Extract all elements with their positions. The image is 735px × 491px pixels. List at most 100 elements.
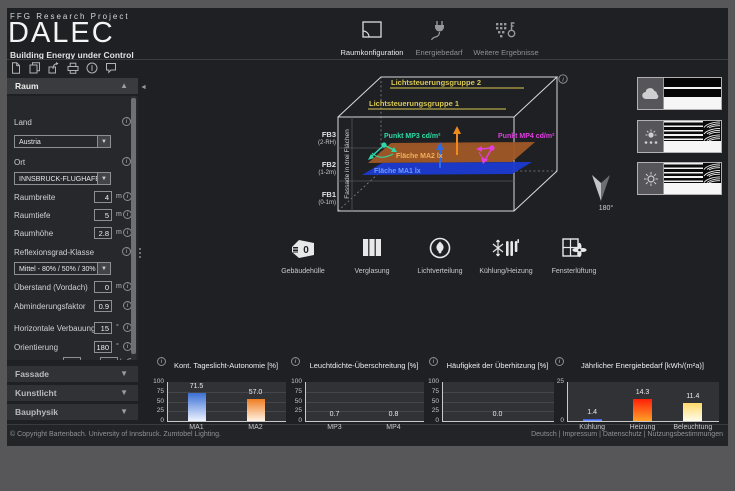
bar-value-label: 0.0 — [483, 411, 513, 418]
copyright-text: © Copyright Bartenbach. University of In… — [10, 431, 221, 438]
export-icon[interactable] — [48, 62, 60, 74]
desktop: { "ui": { "info_glyph": "i", "chevron_up… — [0, 0, 735, 491]
sky-state-low-sun[interactable] — [637, 120, 722, 153]
gridline — [443, 411, 554, 412]
room-3d-diagram: Lichtsteuerungsgruppe 2 Lichtsteuerungsg… — [293, 65, 580, 230]
raumhoehe-input[interactable]: 2.8 — [94, 227, 112, 239]
field-row-belegungszeit: Belegungszeit 8 — 18 h i — [14, 357, 138, 360]
plane-ma2 — [368, 142, 535, 163]
field-label: Raumhöhe — [14, 229, 53, 238]
field-unit: m — [116, 283, 122, 290]
scene-button-kuehlung-heizung[interactable]: Kühlung/Heizung — [477, 236, 535, 275]
orientation-compass[interactable]: 180° — [590, 173, 622, 212]
field-unit: ° — [116, 324, 119, 331]
bar-value-label: 0.8 — [379, 411, 409, 418]
chevron-down-icon[interactable]: ▼ — [97, 173, 110, 184]
belegungszeit-from-input[interactable]: 8 — [63, 357, 81, 360]
scene-button-lichtverteilung[interactable]: Lichtverteilung — [411, 236, 469, 275]
bar-value-label: 1.4 — [577, 409, 607, 416]
scene-button-gebaeudehuelle[interactable]: 0 Gebäudehülle — [274, 236, 332, 275]
footer-link-deutsch[interactable]: Deutsch — [531, 431, 557, 438]
scene-button-verglasung[interactable]: Verglasung — [343, 236, 401, 275]
reflexionsgrad-select[interactable]: Mittel - 80% / 50% / 30% ▼ — [14, 262, 111, 275]
print-icon[interactable] — [67, 62, 79, 74]
field-row-raumbreite: Raumbreite 4 m i — [14, 191, 138, 205]
gridline — [306, 411, 424, 412]
chart-title: Kont. Tageslicht-Autonomie [%] — [142, 361, 310, 370]
chart-info-icon[interactable]: i — [555, 357, 564, 366]
room-plan-icon — [360, 20, 384, 40]
duplicate-icon[interactable] — [29, 62, 41, 74]
mp3-label: Punkt MP3 cd/m² — [384, 133, 441, 140]
nav-weitere-ergebnisse[interactable]: Weitere Ergebnisse — [464, 20, 548, 57]
fb2-label: FB2 — [322, 160, 336, 169]
group2-label: Lichtsteuerungsgruppe 2 — [391, 78, 481, 87]
land-select[interactable]: Austria ▼ — [14, 135, 111, 148]
footer-link-impressum[interactable]: Impressum — [563, 431, 598, 438]
sky-state-overcast[interactable] — [637, 77, 722, 110]
field-row-raumtiefe: Raumtiefe 5 m i — [14, 209, 138, 223]
chart-title: Leuchtdichte-Überschreitung [%] — [280, 361, 448, 370]
footer-link-datenschutz[interactable]: Datenschutz — [603, 431, 642, 438]
field-label: Überstand (Vordach) — [14, 283, 88, 292]
svg-text:0: 0 — [303, 245, 309, 256]
bar-value-label: 71.5 — [182, 383, 212, 390]
ort-select[interactable]: INNSBRUCK-FLUGHAFEN ▼ — [14, 172, 111, 185]
info-icon[interactable]: i — [122, 157, 131, 166]
scene-button-fensterlueftung[interactable]: Fensterlüftung — [545, 236, 603, 275]
about-icon[interactable] — [86, 62, 98, 74]
info-icon[interactable]: i — [122, 117, 131, 126]
scene-label: Fensterlüftung — [545, 268, 603, 275]
nav-label: Weitere Ergebnisse — [464, 48, 548, 57]
chart-bar — [633, 399, 652, 421]
scene-label: Verglasung — [343, 268, 401, 275]
sidebar-scrollbar[interactable] — [131, 96, 136, 360]
chart-info-icon[interactable]: i — [157, 357, 166, 366]
glazing-icon — [358, 236, 386, 260]
chart-bar — [583, 419, 602, 421]
chart-info-icon[interactable]: i — [429, 357, 438, 366]
section-header-fassade[interactable]: Fassade ▼ — [7, 366, 138, 382]
sidebar-collapse-icon[interactable]: ◄ — [140, 84, 147, 91]
footer-link-nutzungsbestimmungen[interactable]: Nutzungsbestimmungen — [648, 431, 724, 438]
y-axis-tick-label: 25 — [282, 407, 302, 414]
section-header-raum[interactable]: Raum ▲ — [7, 78, 138, 94]
gridline — [168, 402, 286, 403]
chevron-down-icon: ▼ — [120, 366, 128, 382]
plug-icon — [427, 20, 451, 40]
chevron-down-icon[interactable]: ▼ — [97, 263, 110, 274]
splitter-handle[interactable] — [139, 246, 142, 260]
section-title: Raum — [15, 81, 39, 91]
ma1-label: Fläche MA1 lx — [374, 168, 421, 175]
y-axis-tick-label: 50 — [282, 398, 302, 405]
chevron-down-icon[interactable]: ▼ — [97, 136, 110, 147]
sky-state-clear-sun[interactable] — [637, 162, 722, 195]
y-axis-tick-label: 25 — [144, 407, 164, 414]
y-axis-tick-label: 0 — [544, 417, 564, 424]
abminderungsfaktor-input[interactable]: 0.9 — [94, 300, 112, 312]
horizontale-verbauung-input[interactable]: 15 — [94, 322, 112, 334]
raum-panel: Land i Austria ▼ Ort i INNSBRUCK-FLUGHAF… — [7, 96, 138, 360]
overcast-cloud-icon — [638, 78, 664, 109]
y-axis-tick-label: 0 — [419, 417, 439, 424]
scrollbar-thumb[interactable] — [131, 98, 136, 354]
field-label: Orientierung — [14, 343, 58, 352]
diagram-info-icon[interactable]: i — [559, 75, 567, 84]
section-header-kunstlicht[interactable]: Kunstlicht ▼ — [7, 385, 138, 401]
low-sun-icon — [638, 121, 664, 152]
raumbreite-input[interactable]: 4 — [94, 191, 112, 203]
section-header-bauphysik[interactable]: Bauphysik ▼ — [7, 404, 138, 420]
raumtiefe-input[interactable]: 5 — [94, 209, 112, 221]
footer-links: Deutsch | Impressum | Datenschutz | Nutz… — [531, 431, 723, 438]
info-icon[interactable]: i — [122, 247, 131, 256]
new-file-icon[interactable] — [10, 62, 22, 74]
feedback-icon[interactable] — [105, 62, 117, 74]
belegungszeit-to-input[interactable]: 18 — [100, 357, 118, 360]
chart-bar — [188, 393, 206, 421]
toolbar — [10, 62, 117, 75]
field-row-abminderungsfaktor: Abminderungsfaktor 0.9 i — [14, 300, 138, 314]
orientierung-input[interactable]: 180 — [94, 341, 112, 353]
ueberstand-input[interactable]: 0 — [94, 281, 112, 293]
chevron-up-icon: ▲ — [120, 78, 128, 94]
chart-info-icon[interactable]: i — [291, 357, 300, 366]
